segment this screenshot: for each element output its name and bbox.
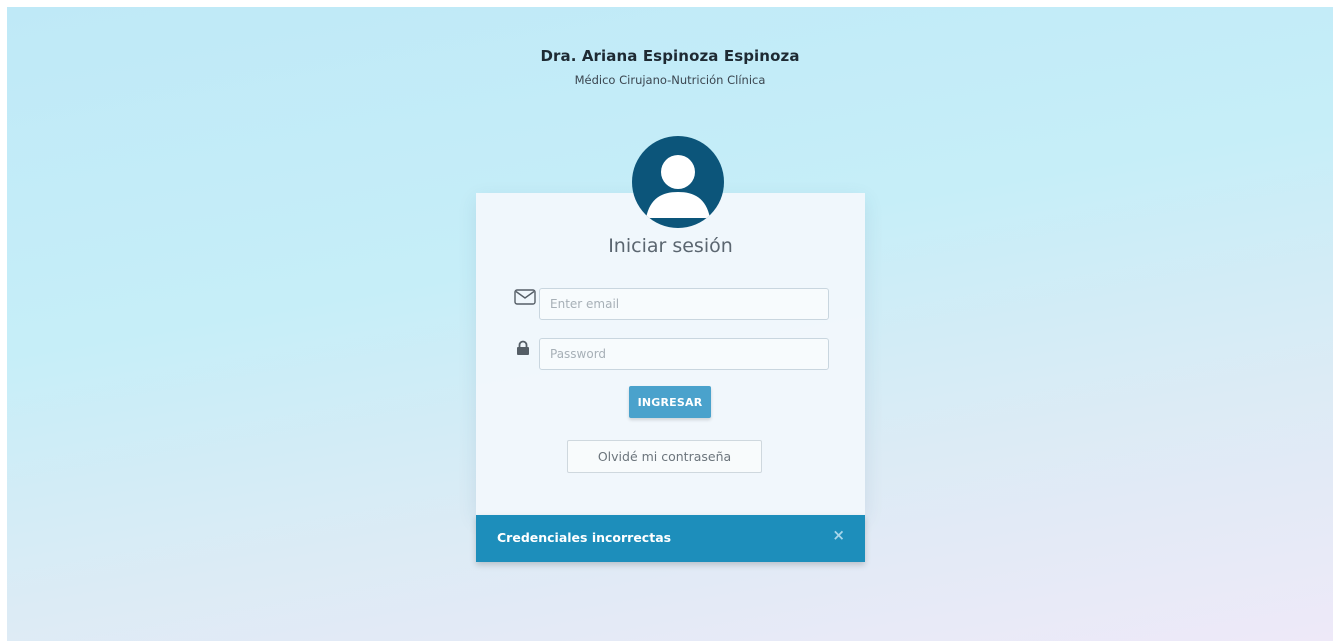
header: Dra. Ariana Espinoza Espinoza Médico Cir… [0,47,1340,87]
lock-icon [516,340,538,360]
close-icon[interactable]: × [832,528,845,543]
password-input[interactable] [539,338,829,370]
error-alert: Credenciales incorrectas × [476,515,865,562]
alert-message: Credenciales incorrectas [497,530,672,545]
forgot-password-button[interactable]: Olvidé mi contraseña [567,440,762,473]
email-input[interactable] [539,288,829,320]
login-title: Iniciar sesión [608,235,733,257]
ingresar-button[interactable]: INGRESAR [629,386,711,418]
doctor-name: Dra. Ariana Espinoza Espinoza [540,47,800,65]
doctor-specialty: Médico Cirujano-Nutrición Clínica [574,73,766,87]
envelope-icon [514,289,536,309]
user-avatar-icon [632,136,724,228]
